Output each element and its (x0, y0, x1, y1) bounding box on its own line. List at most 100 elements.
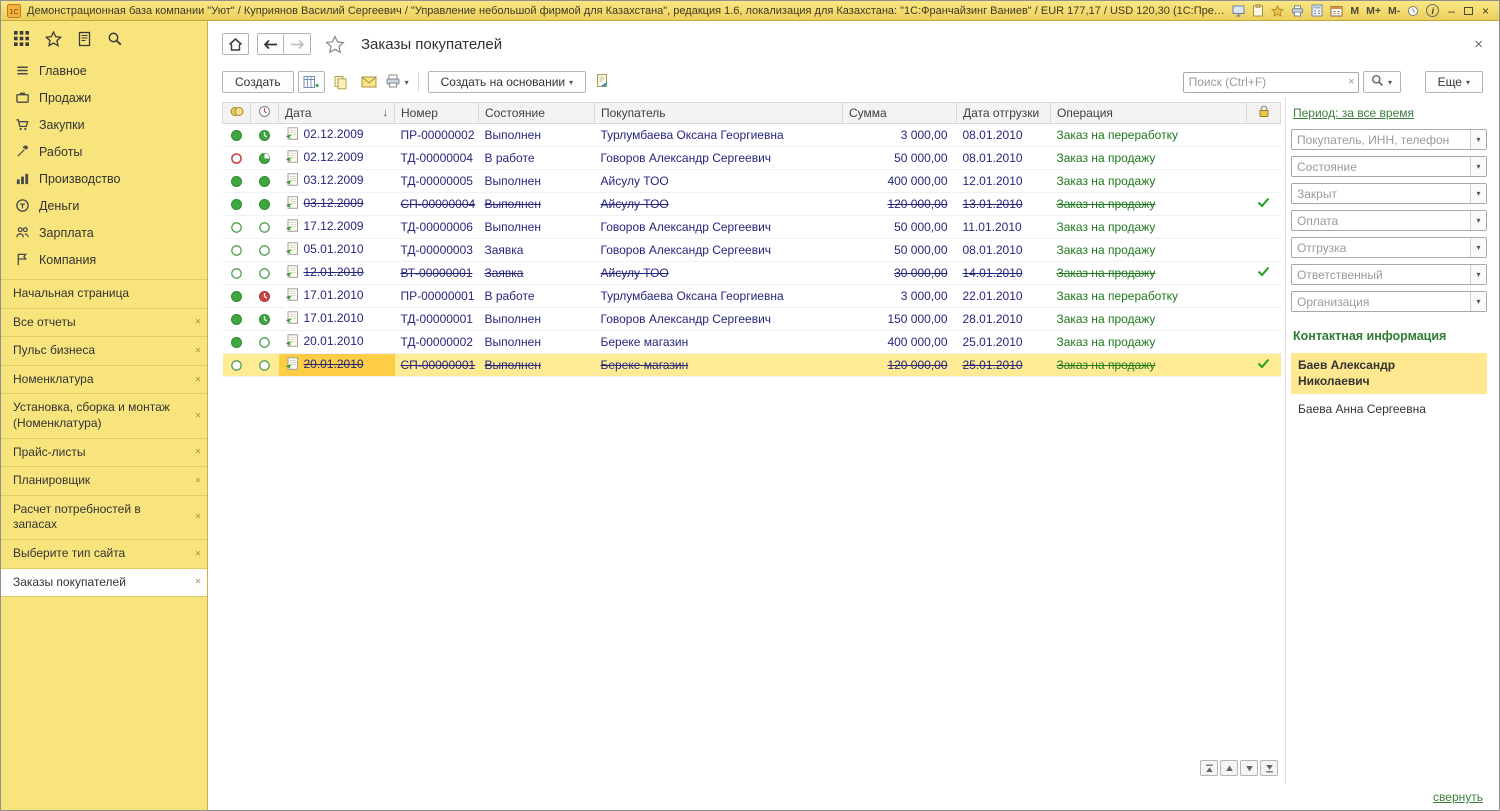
shipment-filter-input[interactable] (1291, 237, 1487, 258)
column-header-ship-date[interactable]: Дата отгрузки (957, 103, 1051, 124)
search-input[interactable] (1183, 72, 1359, 93)
contact-item[interactable]: Баева Анна Сергеевна (1291, 397, 1487, 423)
calculator-icon[interactable] (1311, 4, 1323, 17)
column-header-number[interactable]: Номер (395, 103, 479, 124)
alarm-icon[interactable] (1407, 5, 1419, 17)
chevron-down-icon[interactable]: ▾ (1470, 130, 1486, 149)
sidebar-page-planner[interactable]: Планировщик× (1, 466, 207, 495)
list-last-button[interactable] (1260, 760, 1278, 776)
sidebar-page-business-pulse[interactable]: Пульс бизнеса× (1, 336, 207, 365)
order-row[interactable]: 03.12.2009ТД-00000005ВыполненАйсулу ТОО4… (223, 170, 1281, 193)
contact-item[interactable]: Баев Александр Николаевич (1291, 353, 1487, 394)
minimize-button[interactable]: – (1446, 4, 1457, 18)
list-settings-button[interactable] (298, 71, 325, 93)
clipboard-icon[interactable] (1252, 4, 1264, 17)
customer-filter-input[interactable] (1291, 129, 1487, 150)
chevron-down-icon[interactable]: ▾ (1470, 157, 1486, 176)
period-link[interactable]: Период: за все время (1293, 106, 1414, 120)
column-header-payment-status[interactable] (223, 103, 251, 124)
order-row[interactable]: 20.01.2010ТД-00000002ВыполненБереке мага… (223, 331, 1281, 354)
sidebar-section-production[interactable]: Производство (1, 165, 207, 192)
column-header-customer[interactable]: Покупатель (595, 103, 843, 124)
sidebar-section-purchases[interactable]: Закупки (1, 111, 207, 138)
copy-button[interactable] (329, 71, 353, 93)
back-button[interactable] (257, 33, 284, 55)
chevron-down-icon[interactable]: ▾ (1470, 265, 1486, 284)
organization-filter-input[interactable] (1291, 291, 1487, 312)
column-header-date[interactable]: Дата↓ (279, 103, 395, 124)
close-icon[interactable]: × (195, 547, 201, 560)
calendar-icon[interactable] (1330, 5, 1343, 17)
sidebar-page-install-assembly[interactable]: Установка, сборка и монтаж (Номенклатура… (1, 393, 207, 437)
favorite-star-icon[interactable] (325, 35, 345, 54)
info-icon[interactable]: i (1426, 4, 1439, 17)
column-header-state[interactable]: Состояние (479, 103, 595, 124)
chevron-down-icon[interactable]: ▾ (1470, 238, 1486, 257)
payment-filter-input[interactable] (1291, 210, 1487, 231)
close-icon[interactable]: × (195, 511, 201, 524)
apps-grid-icon[interactable] (13, 30, 30, 47)
close-icon[interactable]: × (195, 446, 201, 459)
sidebar-page-home[interactable]: Начальная страница (1, 279, 207, 308)
sidebar-section-company[interactable]: Компания (1, 246, 207, 273)
collapse-link[interactable]: свернуть (1433, 790, 1483, 804)
close-window-button[interactable]: × (1480, 4, 1491, 18)
sidebar-page-all-reports[interactable]: Все отчеты× (1, 308, 207, 337)
column-header-shipment-status[interactable] (251, 103, 279, 124)
state-filter-input[interactable] (1291, 156, 1487, 177)
calc-memory-button[interactable]: M (1350, 5, 1359, 17)
order-row[interactable]: 17.01.2010ПР-00000001В работеТурлумбаева… (223, 285, 1281, 308)
search-button[interactable]: ▾ (1363, 71, 1401, 93)
search-icon[interactable] (107, 31, 123, 47)
sidebar-page-customer-orders[interactable]: Заказы покупателей× (1, 568, 207, 598)
favorites-star-icon[interactable] (1271, 5, 1284, 17)
order-row[interactable]: 20.01.2010СП-00000001ВыполненБереке мага… (223, 354, 1281, 377)
column-header-operation[interactable]: Операция (1051, 103, 1247, 124)
sidebar-section-main[interactable]: Главное (1, 57, 207, 84)
order-row[interactable]: 12.01.2010ВТ-00000001ЗаявкаАйсулу ТОО30 … (223, 262, 1281, 285)
sidebar-section-works[interactable]: Работы (1, 138, 207, 165)
sidebar-page-nomenclature[interactable]: Номенклатура× (1, 365, 207, 394)
close-icon[interactable]: × (195, 373, 201, 386)
sidebar-page-price-lists[interactable]: Прайс-листы× (1, 438, 207, 467)
calc-memory-plus-button[interactable]: M+ (1366, 5, 1381, 17)
clear-search-icon[interactable]: × (1348, 76, 1354, 88)
sidebar-section-sales[interactable]: Продажи (1, 84, 207, 111)
order-row[interactable]: 02.12.2009ТД-00000004В работеГоворов Але… (223, 147, 1281, 170)
column-header-sum[interactable]: Сумма (843, 103, 957, 124)
more-button[interactable]: Еще▾ (1425, 71, 1483, 93)
sidebar-section-money[interactable]: Деньги (1, 192, 207, 219)
calc-memory-minus-button[interactable]: M- (1388, 5, 1400, 17)
list-next-button[interactable] (1240, 760, 1258, 776)
chevron-down-icon[interactable]: ▾ (1470, 184, 1486, 203)
print-icon[interactable] (1291, 5, 1304, 17)
sidebar-section-salary[interactable]: Зарплата (1, 219, 207, 246)
chevron-down-icon[interactable]: ▾ (1470, 292, 1486, 311)
home-button[interactable] (222, 33, 249, 55)
reports-button[interactable] (590, 71, 614, 93)
column-header-lock[interactable] (1247, 103, 1281, 124)
list-first-button[interactable] (1200, 760, 1218, 776)
order-row[interactable]: 03.12.2009СП-00000004ВыполненАйсулу ТОО1… (223, 193, 1281, 216)
list-prev-button[interactable] (1220, 760, 1238, 776)
order-row[interactable]: 17.12.2009ТД-00000006ВыполненГоворов Але… (223, 216, 1281, 239)
close-icon[interactable]: × (195, 409, 201, 422)
responsible-filter-input[interactable] (1291, 264, 1487, 285)
close-icon[interactable]: × (195, 316, 201, 329)
desktop-icon[interactable] (1232, 5, 1245, 17)
close-icon[interactable]: × (195, 576, 201, 589)
chevron-down-icon[interactable]: ▾ (1470, 211, 1486, 230)
favorites-icon[interactable] (45, 31, 62, 47)
sidebar-page-site-type[interactable]: Выберите тип сайта× (1, 539, 207, 568)
sidebar-page-stock-needs[interactable]: Расчет потребностей в запасах× (1, 495, 207, 539)
close-icon[interactable]: × (195, 474, 201, 487)
order-row[interactable]: 02.12.2009ПР-00000002ВыполненТурлумбаева… (223, 124, 1281, 147)
history-icon[interactable] (77, 31, 92, 47)
email-button[interactable] (357, 71, 381, 93)
maximize-button[interactable] (1464, 7, 1473, 15)
close-form-icon[interactable]: × (1474, 36, 1483, 53)
closed-filter-input[interactable] (1291, 183, 1487, 204)
close-icon[interactable]: × (195, 344, 201, 357)
order-row[interactable]: 17.01.2010ТД-00000001ВыполненГоворов Але… (223, 308, 1281, 331)
order-row[interactable]: 05.01.2010ТД-00000003ЗаявкаГоворов Алекс… (223, 239, 1281, 262)
